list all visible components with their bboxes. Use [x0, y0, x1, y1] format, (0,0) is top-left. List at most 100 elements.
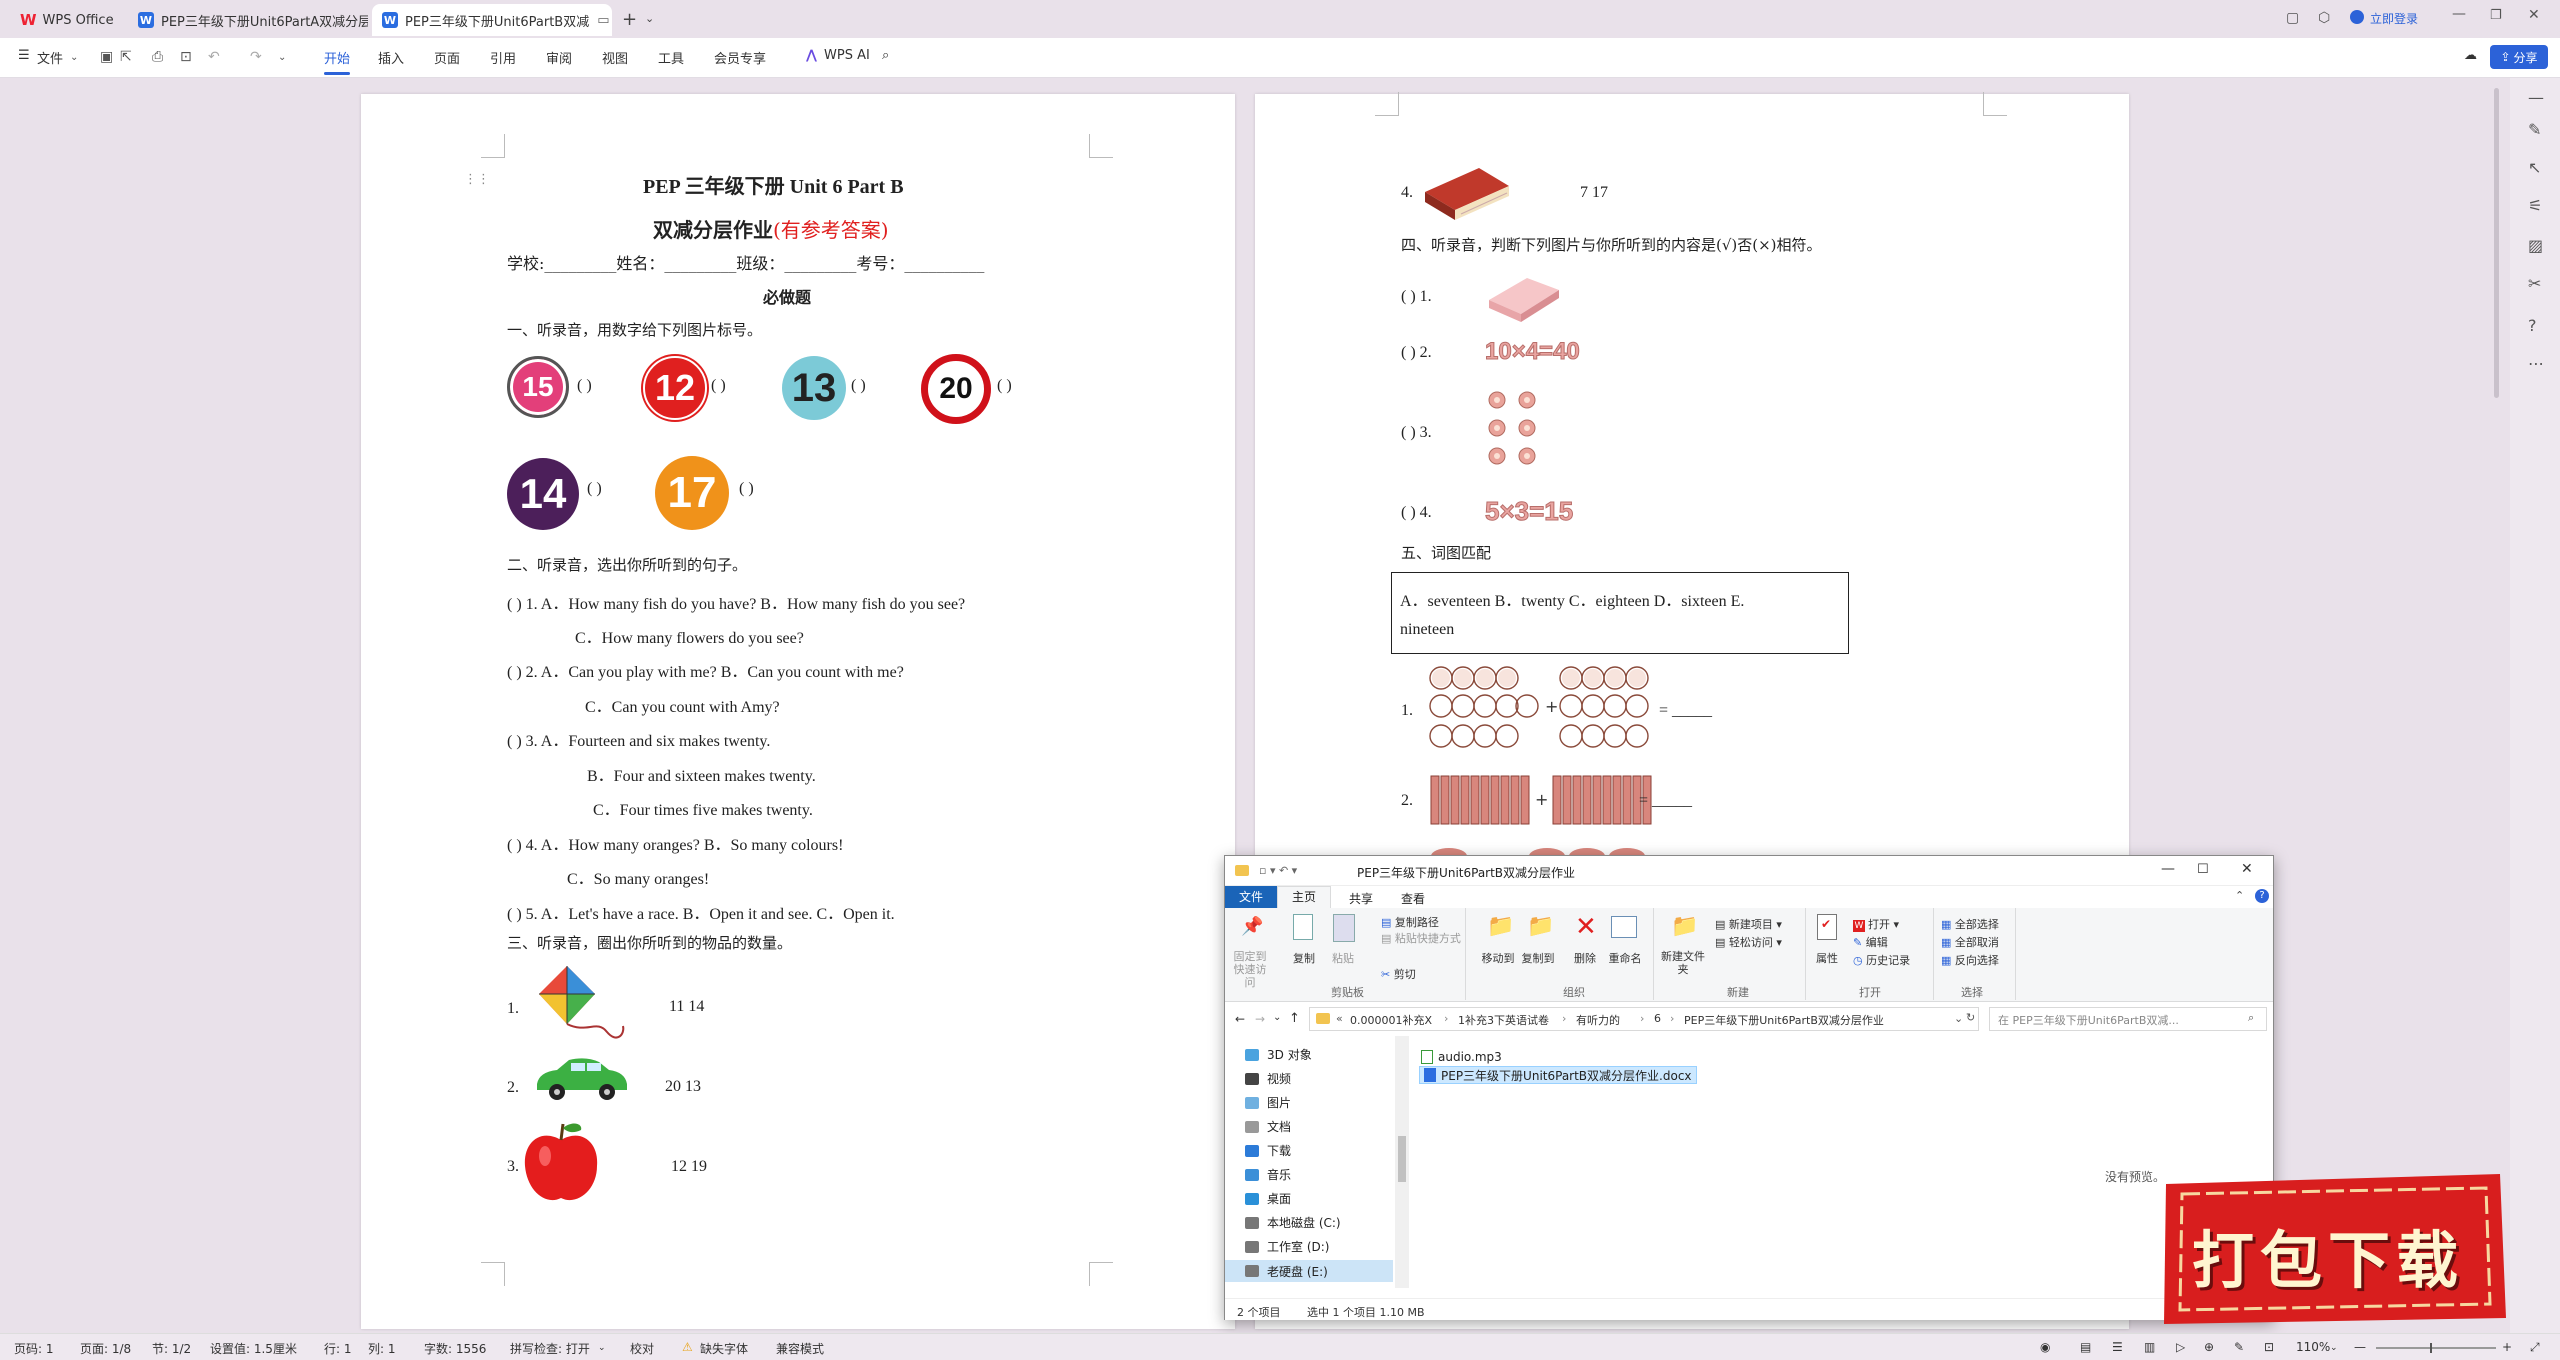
chevron-down-icon[interactable]: ⌄	[278, 52, 286, 63]
paste-shortcut-button[interactable]: ▤ 粘贴快捷方式	[1381, 930, 1461, 946]
nav-item-drive-c[interactable]: 本地磁盘 (C:)	[1245, 1214, 1341, 1231]
help-icon[interactable]: ?	[2255, 889, 2269, 903]
rename-button[interactable]: 重命名	[1605, 950, 1645, 966]
menu-view[interactable]: 视图	[602, 48, 628, 67]
select-none-button[interactable]: ▦ 全部取消	[1941, 934, 1999, 950]
nav-item-pictures[interactable]: 图片	[1245, 1094, 1291, 1111]
copy-icon[interactable]	[1293, 914, 1313, 940]
minimize-icon[interactable]: —	[2452, 6, 2466, 22]
history-button[interactable]: ◷ 历史记录	[1853, 952, 1910, 968]
breadcrumb-segment[interactable]: 有听力的	[1576, 1012, 1620, 1028]
share-button[interactable]: ⇪ 分享	[2490, 45, 2548, 69]
pen-icon[interactable]: ✎	[2528, 120, 2541, 139]
open-button[interactable]: W 打开 ▾	[1853, 916, 1899, 932]
breadcrumb-segment[interactable]: 0.000001补充X	[1350, 1012, 1432, 1028]
nav-item-documents[interactable]: 文档	[1245, 1118, 1291, 1135]
file-item-audio[interactable]: audio.mp3	[1421, 1050, 1502, 1064]
edit-button[interactable]: ✎ 编辑	[1853, 934, 1888, 950]
undo-icon[interactable]: ↶	[208, 49, 220, 65]
menu-page[interactable]: 页面	[434, 48, 460, 67]
drag-handle-icon[interactable]: ⋮⋮	[464, 172, 490, 187]
scroll-thumb[interactable]	[1398, 1136, 1406, 1182]
status-setting[interactable]: 设置值: 1.5厘米	[210, 1340, 297, 1357]
save-icon[interactable]: ▣	[100, 49, 113, 65]
delete-icon[interactable]: ✕	[1575, 912, 1597, 942]
menu-tools[interactable]: 工具	[658, 48, 684, 67]
ribbon-tab-share[interactable]: 共享	[1349, 890, 1373, 907]
copy-to-button[interactable]: 复制到	[1519, 950, 1557, 966]
menu-review[interactable]: 审阅	[546, 48, 572, 67]
image-icon[interactable]: ▨	[2528, 236, 2543, 255]
copy-button[interactable]: 复制	[1287, 950, 1321, 966]
pin-button[interactable]: 固定到快速访问	[1229, 950, 1271, 989]
status-proofread[interactable]: 校对	[630, 1340, 654, 1357]
page-view-icon[interactable]: ▤	[2080, 1340, 2091, 1354]
window-icon[interactable]: ▢	[2286, 10, 2299, 26]
chevron-down-icon[interactable]: ⌄	[1954, 1012, 1963, 1025]
cloud-icon[interactable]: ☁	[2464, 48, 2477, 63]
search-box[interactable]: 在 PEP三年级下册Unit6PartB双减... ⌕	[1989, 1007, 2267, 1031]
eye-icon[interactable]: ◉	[2040, 1340, 2050, 1354]
status-section[interactable]: 节: 1/2	[152, 1340, 191, 1357]
chevron-down-icon[interactable]: ⌄	[2330, 1343, 2338, 1353]
nav-item-3d-objects[interactable]: 3D 对象	[1245, 1046, 1312, 1063]
document-scrollbar[interactable]	[2494, 88, 2499, 398]
chevron-down-icon[interactable]: ⌄	[70, 52, 78, 63]
select-all-button[interactable]: ▦ 全部选择	[1941, 916, 1999, 932]
nav-item-drive-d[interactable]: 工作室 (D:)	[1245, 1238, 1329, 1255]
menu-insert[interactable]: 插入	[378, 48, 404, 67]
pen-icon[interactable]: ✎	[2234, 1340, 2244, 1354]
status-pages[interactable]: 页面: 1/8	[80, 1340, 131, 1357]
tools-icon[interactable]: ✂	[2528, 274, 2541, 293]
status-row[interactable]: 行: 1	[324, 1340, 352, 1357]
chevron-down-icon[interactable]: ⌄	[645, 12, 654, 25]
menu-references[interactable]: 引用	[490, 48, 516, 67]
chevron-down-icon[interactable]: ⌄	[1273, 1012, 1281, 1023]
new-folder-icon[interactable]: 📁	[1671, 914, 1698, 939]
avatar[interactable]	[2350, 10, 2364, 24]
help-icon[interactable]: ?	[2528, 316, 2537, 335]
copy-to-icon[interactable]: 📁	[1527, 914, 1554, 939]
chevron-right-icon[interactable]: ›	[1444, 1012, 1448, 1025]
export-icon[interactable]: ⇱	[120, 49, 132, 65]
zoom-slider-thumb[interactable]	[2430, 1343, 2432, 1353]
zoom-in-icon[interactable]: +	[2502, 1340, 2512, 1354]
breadcrumb-segment[interactable]: 6	[1654, 1012, 1661, 1025]
menu-vip[interactable]: 会员专享	[714, 48, 766, 67]
fit-icon[interactable]: ⊡	[2264, 1340, 2274, 1354]
login-link[interactable]: 立即登录	[2370, 10, 2418, 27]
nav-item-drive-e[interactable]: 老硬盘 (E:)	[1225, 1260, 1393, 1282]
copy-path-button[interactable]: ▤ 复制路径	[1381, 914, 1439, 930]
ribbon-tab-file[interactable]: 文件	[1225, 886, 1277, 908]
chevron-down-icon[interactable]: ⌄	[598, 1343, 606, 1353]
hamburger-icon[interactable]: ☰	[18, 48, 30, 63]
search-icon[interactable]: ⌕	[2248, 1011, 2254, 1025]
move-to-button[interactable]: 移动到	[1479, 950, 1517, 966]
back-icon[interactable]: ←	[1235, 1012, 1245, 1026]
breadcrumb-segment[interactable]: 1补充3下英语试卷	[1458, 1012, 1549, 1028]
rename-icon[interactable]	[1611, 916, 1637, 938]
paste-icon[interactable]	[1333, 914, 1355, 942]
quick-access-toolbar-icon[interactable]: ▫ ▾ ↶ ▾	[1259, 864, 1297, 877]
breadcrumb-segment[interactable]: PEP三年级下册Unit6PartB双减分层作业	[1684, 1012, 1884, 1028]
cut-button[interactable]: ✂ 剪切	[1381, 966, 1416, 982]
forward-icon[interactable]: →	[1255, 1012, 1265, 1026]
tab-wps-office[interactable]: W WPS Office	[10, 4, 130, 36]
refresh-icon[interactable]: ↻	[1966, 1011, 1975, 1024]
status-page[interactable]: 页码: 1	[14, 1340, 54, 1357]
properties-icon[interactable]: ✔	[1817, 914, 1837, 940]
menu-home[interactable]: 开始	[324, 48, 350, 67]
nav-item-videos[interactable]: 视频	[1245, 1070, 1291, 1087]
chevron-right-icon[interactable]: ›	[1670, 1012, 1674, 1025]
download-banner[interactable]: 打包下载	[2160, 1172, 2510, 1327]
wps-ai-icon[interactable]: ⋀	[806, 48, 817, 63]
move-to-icon[interactable]: 📁	[1487, 914, 1514, 939]
new-item-button[interactable]: ▤ 新建项目 ▾	[1715, 916, 1782, 932]
maximize-icon[interactable]: ☐	[2197, 862, 2209, 877]
chevron-right-icon[interactable]: ›	[1562, 1012, 1566, 1025]
status-col[interactable]: 列: 1	[368, 1340, 396, 1357]
tab-doc-partb[interactable]: W PEP三年级下册Unit6PartB双减 ▭ ✕	[372, 4, 612, 36]
minus-icon[interactable]: —	[2528, 88, 2544, 107]
zoom-slider[interactable]	[2376, 1347, 2496, 1349]
cube-icon[interactable]: ⬡	[2318, 10, 2330, 26]
